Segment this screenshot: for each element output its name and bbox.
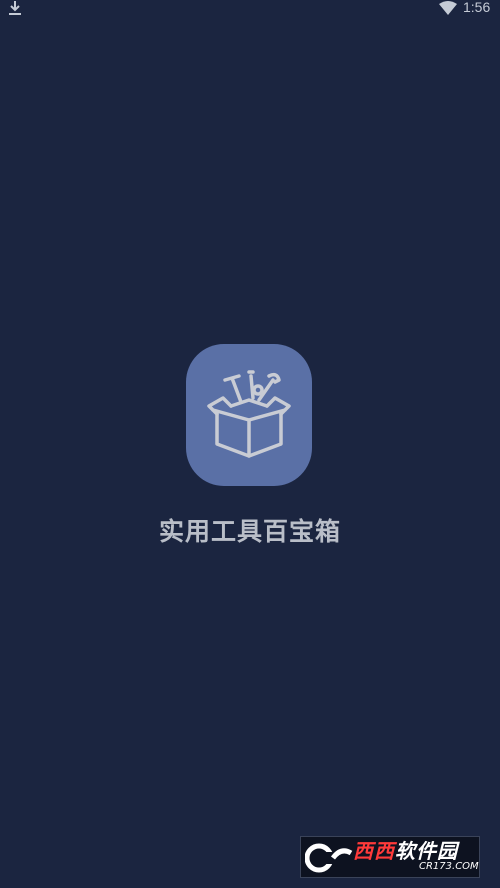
watermark-logo-icon <box>305 843 353 873</box>
status-time: 1:56 <box>463 0 491 15</box>
status-bar: 1:56 <box>0 0 500 18</box>
app-icon <box>186 344 312 486</box>
watermark-domain: CR173.COM <box>419 861 479 872</box>
watermark-brand: 西西软件园 <box>353 839 458 863</box>
watermark-brand-prefix: 西西 <box>353 839 395 863</box>
download-icon <box>9 1 21 15</box>
toolbox-icon <box>207 370 291 458</box>
wifi-icon <box>439 1 457 15</box>
watermark: 西西软件园 CR173.COM <box>300 836 480 878</box>
watermark-brand-suffix: 软件园 <box>395 839 458 863</box>
app-title: 实用工具百宝箱 <box>158 517 341 546</box>
